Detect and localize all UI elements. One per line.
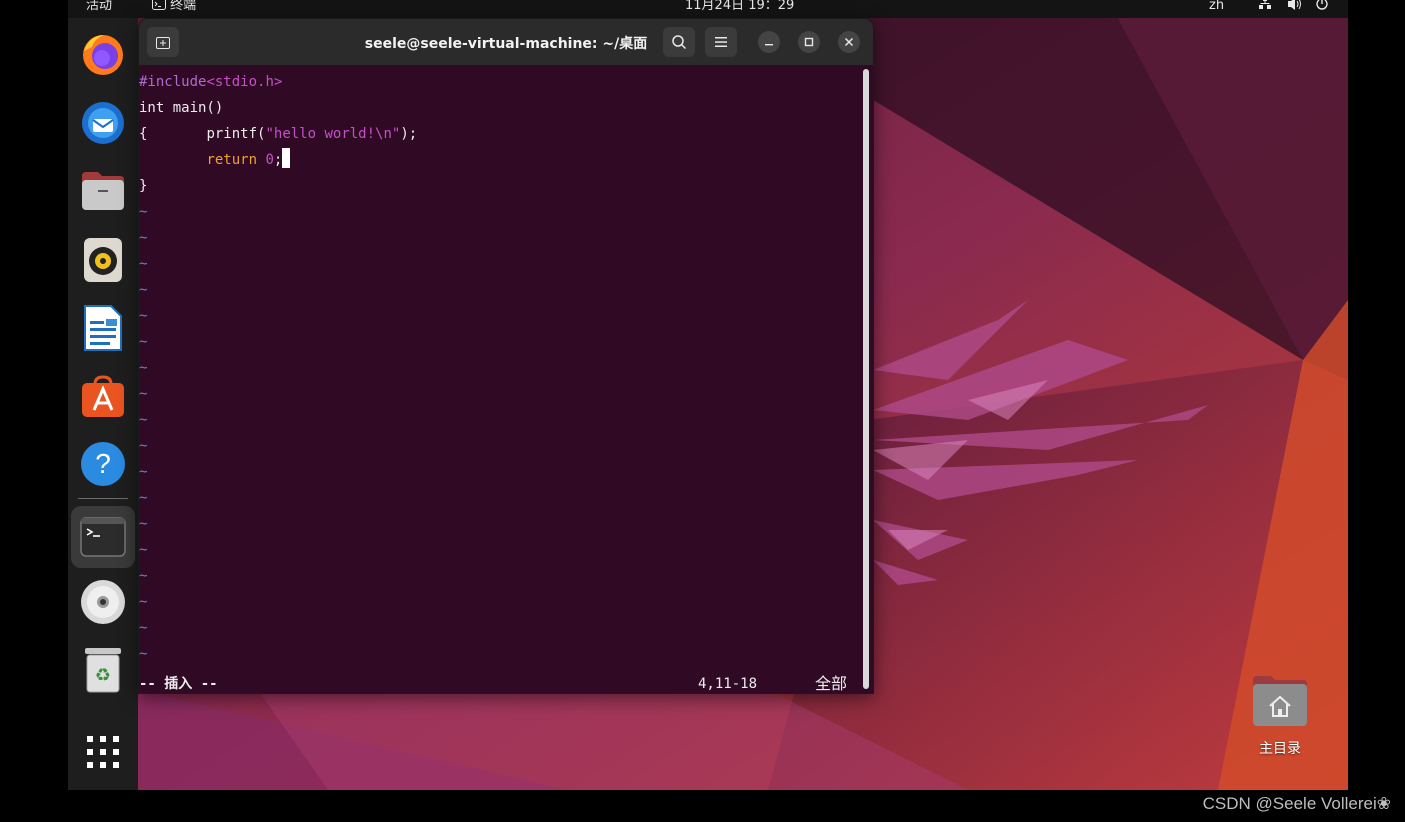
title-bar[interactable]: seele@seele-virtual-machine: ~/桌面 [139,19,873,65]
cursor-position: 4,11-18 [698,676,758,692]
activities-button[interactable]: 活动 [86,0,112,15]
minimize-button[interactable] [758,31,780,53]
svg-text:♻: ♻ [95,665,111,686]
dock-separator [78,498,128,499]
maximize-icon [804,37,814,47]
text-cursor [282,148,291,168]
empty-line-marker: ~ [139,282,148,298]
search-icon [672,35,687,50]
input-method-indicator[interactable]: zh [1209,0,1224,15]
close-icon [844,37,854,47]
power-icon [1316,0,1328,10]
app-menu-label: 终端 [170,0,197,13]
show-apps-icon[interactable] [75,724,131,780]
code-line-2: int main() [139,100,224,116]
code-line-4: return 0; [139,147,291,173]
trash-icon[interactable]: ♻ [75,642,131,698]
empty-line-marker: ~ [139,594,148,610]
scrollbar[interactable] [863,69,869,689]
empty-line-marker: ~ [139,646,148,662]
empty-line-marker: ~ [139,620,148,636]
firefox-icon[interactable] [75,26,131,82]
empty-line-marker: ~ [139,438,148,454]
rhythmbox-icon[interactable] [75,232,131,288]
empty-line-marker: ~ [139,334,148,350]
empty-line-marker: ~ [139,386,148,402]
maximize-button[interactable] [798,31,820,53]
app-center-icon[interactable] [75,368,131,424]
empty-line-marker: ~ [139,256,148,272]
home-folder-label: 主目录 [1259,741,1301,757]
vim-status-line: -- 插入 -- 4,11-18 全部 [139,671,863,693]
home-folder-icon[interactable] [1251,674,1309,728]
top-bar: 活动 终端 11月24日 19：29 zh [68,0,1348,18]
empty-line-marker: ~ [139,490,148,506]
dvd-icon[interactable] [75,574,131,630]
empty-line-marker: ~ [139,360,148,376]
code-line-5: } [139,178,148,194]
code-line-3: { printf("hello world!\n"); [139,126,418,142]
app-menu[interactable]: 终端 [152,0,196,15]
vim-editor[interactable]: #include<stdio.h> int main() { printf("h… [139,65,863,693]
search-button[interactable] [663,27,695,57]
svg-text:?: ? [95,448,111,479]
empty-line-marker: ~ [139,230,148,246]
minimize-icon [765,44,773,46]
empty-line-marker: ~ [139,516,148,532]
system-menu[interactable] [1258,0,1330,16]
empty-line-marker: ~ [139,412,148,428]
clock[interactable]: 11月24日 19：29 [685,0,794,15]
empty-line-marker: ~ [139,568,148,584]
scroll-position: 全部 [815,674,848,693]
close-button[interactable] [838,31,860,53]
terminal-window[interactable]: seele@seele-virtual-machine: ~/桌面 #inclu… [138,18,874,694]
files-icon[interactable] [75,163,131,219]
terminal-small-icon [152,0,166,10]
empty-line-marker: ~ [139,308,148,324]
volume-icon [1288,0,1301,10]
menu-button[interactable] [705,27,737,57]
network-icon [1259,0,1271,9]
empty-line-marker: ~ [139,204,148,220]
code-line-1: #include<stdio.h> [139,74,283,90]
empty-line-marker: ~ [139,464,148,480]
hamburger-icon [715,37,727,47]
empty-line-marker: ~ [139,542,148,558]
insert-mode-indicator: -- 插入 -- [139,676,218,692]
help-icon[interactable]: ? [75,436,131,492]
terminal-icon[interactable] [71,506,135,568]
thunderbird-icon[interactable] [75,94,131,150]
dock: ? ♻ [68,18,138,790]
watermark: CSDN @Seele Vollerei❀ [1202,794,1391,813]
libreoffice-writer-icon[interactable] [75,300,131,356]
